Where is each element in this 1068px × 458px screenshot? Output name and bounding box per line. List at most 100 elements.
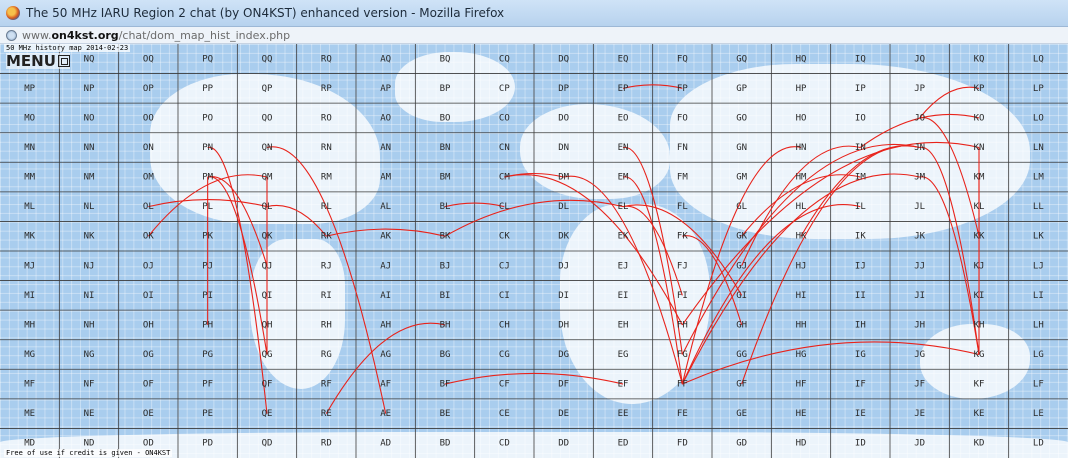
locator-label: IE [855, 409, 866, 419]
qso-path [622, 204, 743, 296]
locator-label: KQ [974, 54, 985, 64]
locator-label: FQ [677, 54, 688, 64]
locator-label: CM [499, 173, 510, 183]
locator-label: HL [796, 202, 807, 212]
globe-icon [6, 29, 17, 41]
locator-label: JD [914, 439, 925, 449]
locator-label: NQ [84, 54, 95, 64]
locator-label: NH [84, 320, 95, 330]
locator-label: JG [914, 350, 925, 360]
locator-label: BE [440, 409, 451, 419]
locator-label: PF [202, 380, 213, 390]
locator-label: EE [618, 409, 629, 419]
locator-label: EQ [618, 54, 629, 64]
locator-label: OI [143, 291, 154, 301]
locator-label: LI [1033, 291, 1044, 301]
locator-label: CL [499, 202, 510, 212]
locator-label: LQ [1033, 54, 1044, 64]
menu-button[interactable]: MENU [6, 53, 70, 69]
locator-label: QJ [262, 261, 273, 271]
window-icon [57, 55, 70, 67]
locator-label: GN [736, 143, 747, 153]
locator-label: EH [618, 320, 629, 330]
locator-label: PP [202, 84, 213, 94]
locator-label: RG [321, 350, 332, 360]
locator-label: PN [202, 143, 213, 153]
locator-label: HP [796, 84, 807, 94]
locator-label: AD [380, 439, 391, 449]
locator-label: IK [855, 232, 866, 242]
locator-label: LK [1033, 232, 1044, 242]
locator-label: RN [321, 143, 332, 153]
locator-label: PM [202, 173, 213, 183]
locator-label: JQ [914, 54, 925, 64]
locator-label: KL [974, 202, 985, 212]
locator-label: KD [974, 439, 985, 449]
menu-label: MENU [6, 52, 56, 70]
locator-label: GM [736, 173, 747, 183]
locator-label: ML [24, 202, 35, 212]
locator-label: DP [558, 84, 569, 94]
locator-label: IO [855, 113, 866, 123]
locator-label: RD [321, 439, 332, 449]
firefox-icon [6, 6, 20, 20]
locator-label: QH [262, 320, 273, 330]
locator-label: MP [24, 84, 35, 94]
locator-label: CO [499, 113, 510, 123]
locator-label: DL [558, 202, 569, 212]
locator-label: BG [440, 350, 451, 360]
locator-label: PH [202, 320, 213, 330]
locator-label: OH [143, 320, 154, 330]
locator-label: JF [914, 380, 925, 390]
locator-label: LF [1033, 380, 1044, 390]
locator-label: GI [736, 291, 747, 301]
locator-label: NK [84, 232, 95, 242]
locator-label: HE [796, 409, 807, 419]
locator-label: IP [855, 84, 866, 94]
locator-label: DN [558, 143, 569, 153]
locator-label: RO [321, 113, 332, 123]
locator-label: QP [262, 84, 273, 94]
locator-label: KG [974, 350, 985, 360]
locator-label: OL [143, 202, 154, 212]
locator-label: NI [84, 291, 95, 301]
locator-label: BI [440, 291, 451, 301]
locator-label: FO [677, 113, 688, 123]
address-url[interactable]: www.on4kst.org/chat/dom_map_hist_index.p… [22, 29, 290, 42]
locator-grid: NQ OQ PQ QQ RQ AQ BQ CQ DQ EQ FQ GQ HQ IQ JQ KQ LQ MP NP OP… [0, 44, 1068, 458]
locator-label: KP [974, 84, 985, 94]
locator-label: AL [380, 202, 391, 212]
address-bar[interactable]: www.on4kst.org/chat/dom_map_hist_index.p… [0, 27, 1068, 44]
locator-label: CE [499, 409, 510, 419]
locator-label: ND [84, 439, 95, 449]
locator-label: JM [914, 173, 925, 183]
locator-label: HJ [796, 261, 807, 271]
locator-label: GO [736, 113, 747, 123]
locator-label: AG [380, 350, 391, 360]
locator-label: PE [202, 409, 213, 419]
locator-label: MJ [24, 261, 35, 271]
locator-label: CF [499, 380, 510, 390]
locator-label: CJ [499, 261, 510, 271]
locator-label: RP [321, 84, 332, 94]
locator-label: IJ [855, 261, 866, 271]
history-map-label: 50 MHz history map 2014-02-23 [4, 44, 131, 52]
locator-label: JN [914, 143, 925, 153]
locator-label: CG [499, 350, 510, 360]
locator-label: JI [914, 291, 925, 301]
locator-label: ED [618, 439, 629, 449]
locator-label: FF [677, 380, 688, 390]
locator-label: CP [499, 84, 510, 94]
locator-label: KE [974, 409, 985, 419]
locator-label: FM [677, 173, 688, 183]
locator-label: FK [677, 232, 688, 242]
locator-map[interactable]: NQ OQ PQ QQ RQ AQ BQ CQ DQ EQ FQ GQ HQ IQ JQ KQ LQ MP NP OP… [0, 44, 1068, 458]
locator-label: GP [736, 84, 747, 94]
locator-label: MD [24, 439, 35, 449]
locator-label: DE [558, 409, 569, 419]
locator-label: BP [440, 84, 451, 94]
locator-label: DK [558, 232, 569, 242]
locator-label: AJ [380, 261, 391, 271]
locator-label: GQ [736, 54, 747, 64]
locator-label: NJ [84, 261, 95, 271]
